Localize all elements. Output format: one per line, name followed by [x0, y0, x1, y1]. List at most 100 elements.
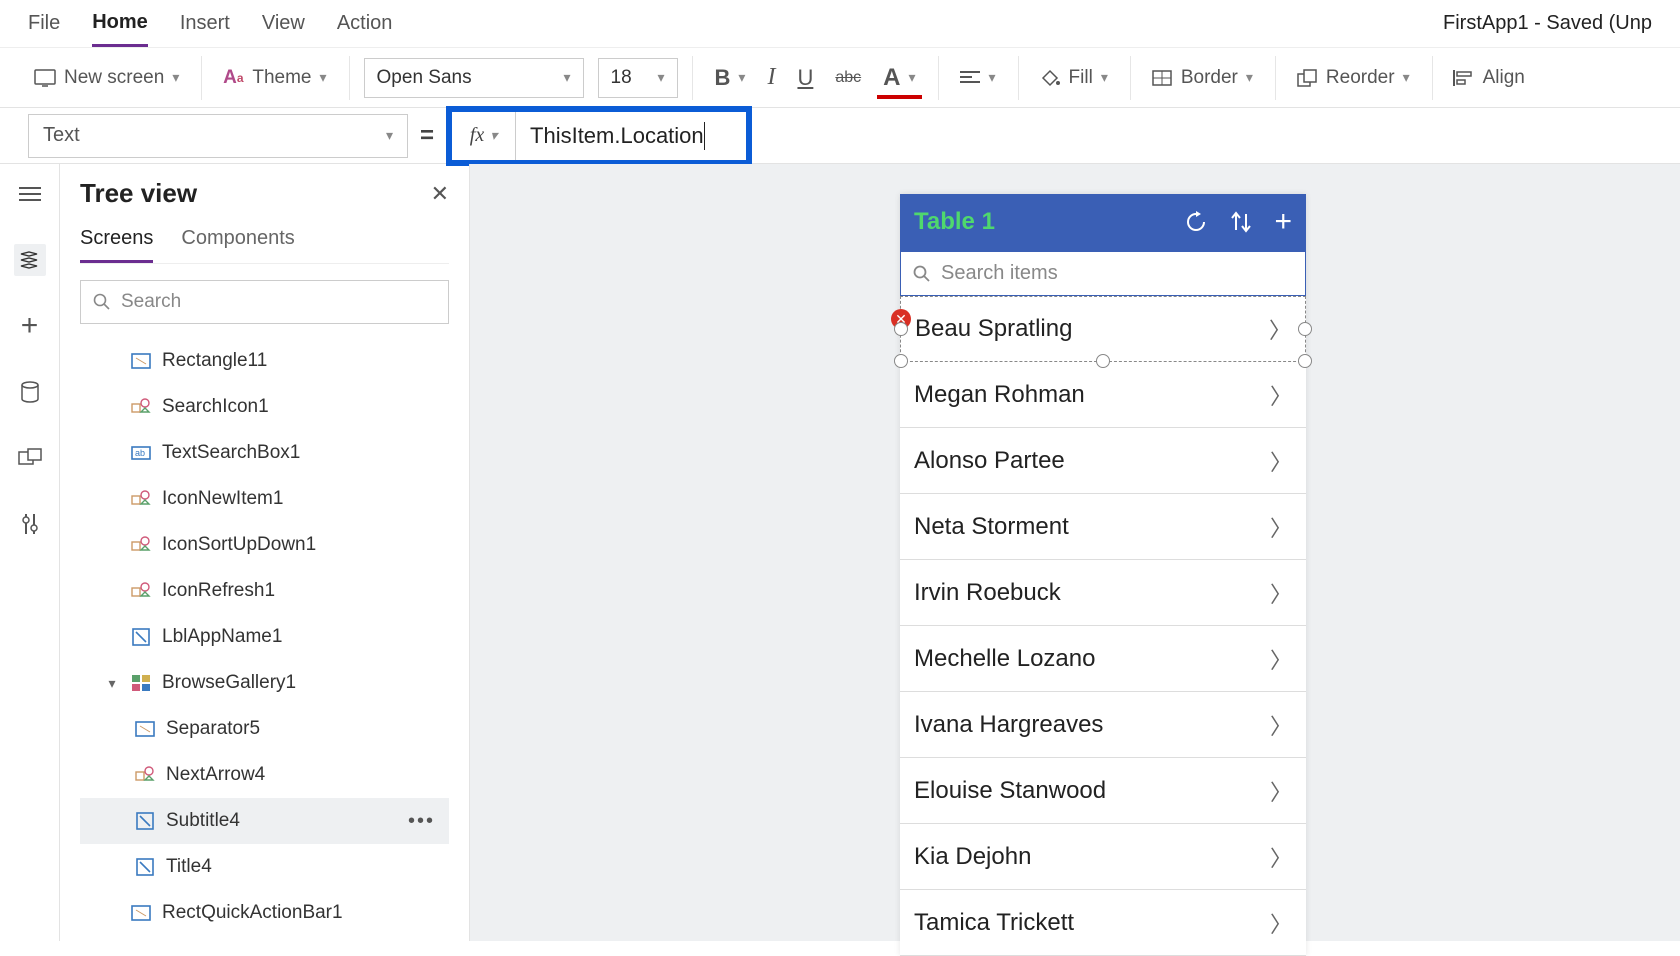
- tree-item-label: RectQuickActionBar1: [162, 902, 343, 924]
- hamburger-icon[interactable]: [14, 178, 46, 210]
- data-icon[interactable]: [14, 376, 46, 408]
- gallery-row-title: Mechelle Lozano: [914, 645, 1095, 673]
- underline-button[interactable]: U: [791, 61, 819, 95]
- close-icon[interactable]: ✕: [431, 181, 449, 207]
- tree-item[interactable]: abTextSearchBox1: [80, 430, 449, 476]
- sort-icon[interactable]: [1230, 210, 1252, 234]
- app-preview-header: Table 1 +: [900, 194, 1306, 250]
- menu-action[interactable]: Action: [337, 2, 393, 45]
- gallery-row[interactable]: Kia Dejohn〉: [900, 824, 1306, 890]
- menu-view[interactable]: View: [262, 2, 305, 45]
- chevron-down-icon: ▾: [908, 69, 915, 86]
- resize-handle[interactable]: [1298, 354, 1312, 368]
- rect-icon: [130, 350, 152, 372]
- chevron-right-icon[interactable]: 〉: [1270, 841, 1292, 873]
- new-screen-button[interactable]: New screen ▾: [28, 63, 185, 93]
- menu-insert[interactable]: Insert: [180, 2, 230, 45]
- chevron-right-icon[interactable]: 〉: [1270, 907, 1292, 939]
- gallery-row[interactable]: Neta Storment〉: [900, 494, 1306, 560]
- more-icon[interactable]: •••: [408, 810, 435, 833]
- border-button[interactable]: Border ▾: [1145, 63, 1259, 93]
- strikethrough-button[interactable]: abc: [829, 65, 867, 91]
- resize-handle[interactable]: [894, 354, 908, 368]
- paint-bucket-icon: [1039, 67, 1061, 89]
- gallery-row[interactable]: Elouise Stanwood〉: [900, 758, 1306, 824]
- tab-screens[interactable]: Screens: [80, 227, 153, 263]
- main-area: + Tree view ✕ Screens Components Search …: [0, 164, 1680, 941]
- chevron-down-icon: ▾: [320, 69, 327, 86]
- app-title: FirstApp1 - Saved (Unp: [1443, 12, 1652, 35]
- chevron-right-icon[interactable]: 〉: [1270, 577, 1292, 609]
- left-rail: +: [0, 164, 60, 941]
- chevron-right-icon[interactable]: 〉: [1269, 313, 1291, 345]
- font-size-select[interactable]: 18 ▾: [598, 58, 678, 98]
- menu-file[interactable]: File: [28, 2, 60, 45]
- tree-item[interactable]: SearchIcon1: [80, 384, 449, 430]
- gallery-row[interactable]: ✕Beau Spratling〉: [900, 296, 1306, 362]
- tree-item[interactable]: ▾BrowseGallery1: [80, 660, 449, 706]
- tree-search-input[interactable]: Search: [80, 280, 449, 324]
- gallery-row[interactable]: Tamica Trickett〉: [900, 890, 1306, 956]
- gallery-icon: [130, 672, 152, 694]
- app-preview-search[interactable]: Search items: [900, 250, 1306, 296]
- tree-item[interactable]: Subtitle4 •••: [80, 798, 449, 844]
- tree-item[interactable]: Rectangle11: [80, 338, 449, 384]
- tree-item-label: NextArrow4: [166, 764, 265, 786]
- property-row: Text ▾ = fx ▾ ThisItem.Location: [0, 108, 1680, 164]
- gallery-row[interactable]: Alonso Partee〉: [900, 428, 1306, 494]
- tree-item[interactable]: Separator5: [80, 706, 449, 752]
- canvas[interactable]: Table 1 + Search items ✕Beau Spratling: [470, 164, 1680, 941]
- tree-item[interactable]: LblAppName1: [80, 614, 449, 660]
- chevron-right-icon[interactable]: 〉: [1270, 775, 1292, 807]
- tree-item[interactable]: IconRefresh1: [80, 568, 449, 614]
- tree-item[interactable]: NextArrow4: [80, 752, 449, 798]
- property-selector[interactable]: Text ▾: [28, 114, 408, 158]
- italic-button[interactable]: I: [761, 60, 781, 95]
- chevron-right-icon[interactable]: 〉: [1270, 379, 1292, 411]
- resize-handle[interactable]: [1298, 322, 1312, 336]
- refresh-icon[interactable]: [1184, 210, 1208, 234]
- bold-button[interactable]: B▾: [709, 61, 752, 95]
- align-button[interactable]: Align: [1447, 63, 1531, 93]
- tree-item[interactable]: IconNewItem1: [80, 476, 449, 522]
- chevron-right-icon[interactable]: 〉: [1270, 643, 1292, 675]
- app-preview-search-placeholder: Search items: [941, 262, 1058, 285]
- expand-icon[interactable]: ▾: [104, 675, 120, 692]
- chevron-right-icon[interactable]: 〉: [1270, 445, 1292, 477]
- font-color-button[interactable]: A ▾: [877, 60, 921, 96]
- tree-item[interactable]: Title4: [80, 844, 449, 890]
- tree-item-label: Subtitle4: [166, 810, 240, 832]
- gallery-row[interactable]: Megan Rohman〉: [900, 362, 1306, 428]
- gallery-row[interactable]: Ivana Hargreaves〉: [900, 692, 1306, 758]
- text-align-button[interactable]: ▾: [953, 63, 1002, 93]
- theme-button[interactable]: Aa Theme ▾: [216, 63, 332, 93]
- tree-item-label: Title4: [166, 856, 212, 878]
- chevron-right-icon[interactable]: 〉: [1270, 511, 1292, 543]
- add-icon[interactable]: +: [1274, 210, 1292, 234]
- panel-title: Tree view: [80, 178, 197, 209]
- new-screen-label: New screen: [64, 67, 164, 89]
- reorder-button[interactable]: Reorder ▾: [1290, 63, 1416, 93]
- border-icon: [1151, 67, 1173, 89]
- menu-home[interactable]: Home: [92, 1, 148, 47]
- gallery-row[interactable]: Irvin Roebuck〉: [900, 560, 1306, 626]
- tree-view-icon[interactable]: [14, 244, 46, 276]
- fill-button[interactable]: Fill ▾: [1033, 63, 1114, 93]
- chevron-right-icon[interactable]: 〉: [1270, 709, 1292, 741]
- tree-item[interactable]: RectQuickActionBar1: [80, 890, 449, 936]
- iconctrl-icon: [130, 396, 152, 418]
- font-family-select[interactable]: Open Sans ▾: [364, 58, 584, 98]
- media-icon[interactable]: [14, 442, 46, 474]
- resize-handle[interactable]: [894, 322, 908, 336]
- tab-components[interactable]: Components: [181, 227, 294, 263]
- gallery-row[interactable]: Mechelle Lozano 〉: [900, 626, 1306, 692]
- tree-item[interactable]: IconSortUpDown1: [80, 522, 449, 568]
- fx-button[interactable]: fx ▾: [452, 112, 516, 160]
- iconctrl-icon: [130, 534, 152, 556]
- resize-handle[interactable]: [1096, 354, 1110, 368]
- insert-icon[interactable]: +: [14, 310, 46, 342]
- formula-input[interactable]: ThisItem.Location: [516, 112, 746, 160]
- gallery: ✕Beau Spratling〉Megan Rohman〉Alonso Part…: [900, 296, 1306, 956]
- tree-view-panel: Tree view ✕ Screens Components Search Re…: [60, 164, 470, 941]
- advanced-tools-icon[interactable]: [14, 508, 46, 540]
